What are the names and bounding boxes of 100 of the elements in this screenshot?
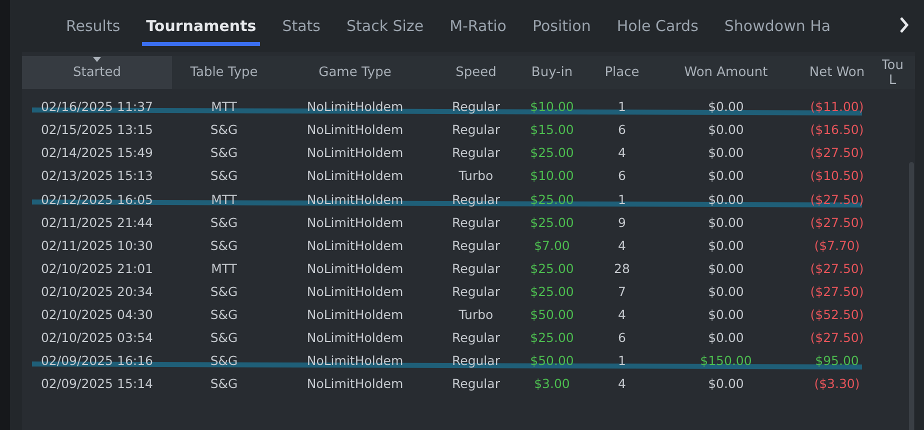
- game-type: NoLimitHoldem: [306, 167, 404, 186]
- table-type: MTT: [211, 260, 237, 278]
- column-header[interactable]: Buy-in: [518, 56, 586, 89]
- column-header[interactable]: Table Type: [172, 56, 276, 89]
- net-won: ($27.50): [810, 144, 864, 162]
- buy-in: $7.00: [534, 236, 570, 255]
- table-type: S&G: [210, 282, 238, 301]
- speed: Regular: [452, 260, 500, 278]
- won-amount: $0.00: [708, 260, 744, 278]
- won-amount: $0.00: [708, 144, 744, 162]
- sort-arrow-icon: [93, 57, 101, 62]
- start-time: 02/09/2025 15:14: [40, 375, 154, 394]
- column-header[interactable]: Game Type: [276, 56, 434, 89]
- tab[interactable]: Position: [528, 11, 595, 46]
- start-time: 02/10/2025 20:34: [40, 282, 154, 301]
- game-type: NoLimitHoldem: [306, 236, 404, 255]
- speed: Regular: [452, 236, 500, 255]
- won-amount: $0.00: [708, 329, 744, 348]
- net-won: ($52.50): [810, 306, 864, 324]
- column-header[interactable]: Tou L: [880, 56, 905, 89]
- won-amount: $0.00: [708, 167, 744, 186]
- buy-in: $25.00: [530, 190, 574, 209]
- speed: Regular: [452, 282, 500, 301]
- net-won: ($11.00): [810, 98, 864, 116]
- start-time: 02/10/2025 04:30: [40, 306, 154, 324]
- won-amount: $0.00: [708, 282, 744, 301]
- speed: Regular: [452, 121, 500, 140]
- won-amount: $0.00: [708, 375, 744, 394]
- buy-in: $25.00: [530, 214, 574, 232]
- game-type: NoLimitHoldem: [306, 214, 404, 232]
- tab[interactable]: M-Ratio: [446, 11, 510, 46]
- column-header[interactable]: Place: [586, 56, 658, 89]
- speed: Regular: [452, 214, 500, 232]
- place: 9: [618, 214, 626, 232]
- speed: Turbo: [458, 306, 494, 324]
- place: 4: [618, 236, 626, 255]
- column-header[interactable]: Speed: [434, 56, 518, 89]
- place: 6: [618, 121, 626, 140]
- place: 28: [614, 260, 630, 278]
- speed: Regular: [452, 98, 500, 116]
- net-won: ($27.50): [810, 260, 864, 278]
- place: 7: [618, 282, 626, 301]
- net-won: ($27.50): [810, 214, 864, 232]
- column-header[interactable]: Won Amount: [658, 56, 794, 89]
- tab[interactable]: Showdown Ha: [720, 11, 835, 46]
- won-amount: $0.00: [708, 306, 744, 324]
- start-time: 02/10/2025 21:01: [40, 260, 154, 278]
- buy-in: $50.00: [530, 352, 574, 370]
- place: 1: [618, 98, 626, 116]
- won-amount: $0.00: [708, 236, 744, 255]
- tab[interactable]: Stats: [278, 11, 324, 46]
- place: 6: [618, 167, 626, 186]
- place: 4: [618, 306, 626, 324]
- buy-in: $10.00: [530, 167, 574, 186]
- won-amount: $0.00: [708, 98, 744, 116]
- table-type: S&G: [210, 306, 238, 324]
- table-type: S&G: [210, 329, 238, 348]
- won-amount: $0.00: [708, 190, 744, 209]
- net-won: ($27.50): [810, 282, 864, 301]
- place: 4: [618, 375, 626, 394]
- net-won: ($7.70): [814, 236, 860, 255]
- won-amount: $0.00: [708, 121, 744, 140]
- game-type: NoLimitHoldem: [306, 306, 404, 324]
- net-won: ($16.50): [810, 121, 864, 140]
- chevron-right-icon[interactable]: [898, 16, 910, 34]
- place: 1: [618, 352, 626, 370]
- scrollbar-thumb[interactable]: [909, 162, 914, 430]
- table-type: S&G: [210, 236, 238, 255]
- start-time: 02/13/2025 15:13: [40, 167, 154, 186]
- game-type: NoLimitHoldem: [306, 260, 404, 278]
- column-header[interactable]: Started: [22, 56, 172, 89]
- table-type: S&G: [210, 121, 238, 140]
- game-type: NoLimitHoldem: [306, 282, 404, 301]
- game-type: NoLimitHoldem: [306, 352, 404, 370]
- speed: Regular: [452, 190, 500, 209]
- net-won: ($3.30): [814, 375, 860, 394]
- tab[interactable]: Stack Size: [342, 11, 428, 46]
- buy-in: $50.00: [530, 306, 574, 324]
- table-type: S&G: [210, 214, 238, 232]
- won-amount: $150.00: [700, 352, 752, 370]
- game-type: NoLimitHoldem: [306, 98, 404, 116]
- tab[interactable]: Results: [62, 11, 124, 46]
- speed: Regular: [452, 144, 500, 162]
- start-time: 02/11/2025 10:30: [40, 236, 154, 255]
- game-type: NoLimitHoldem: [306, 375, 404, 394]
- tab[interactable]: Tournaments: [142, 11, 260, 46]
- won-amount: $0.00: [708, 214, 744, 232]
- table-type: MTT: [211, 190, 237, 209]
- buy-in: $25.00: [530, 329, 574, 348]
- start-time: 02/16/2025 11:37: [40, 98, 154, 116]
- speed: Regular: [452, 329, 500, 348]
- buy-in: $10.00: [530, 98, 574, 116]
- tab[interactable]: Hole Cards: [612, 11, 702, 46]
- column-header[interactable]: Net Won: [794, 56, 880, 89]
- table-type: S&G: [210, 375, 238, 394]
- place: 1: [618, 190, 626, 209]
- start-time: 02/15/2025 13:15: [40, 121, 154, 140]
- game-type: NoLimitHoldem: [306, 329, 404, 348]
- start-time: 02/09/2025 16:16: [40, 352, 154, 370]
- speed: Regular: [452, 375, 500, 394]
